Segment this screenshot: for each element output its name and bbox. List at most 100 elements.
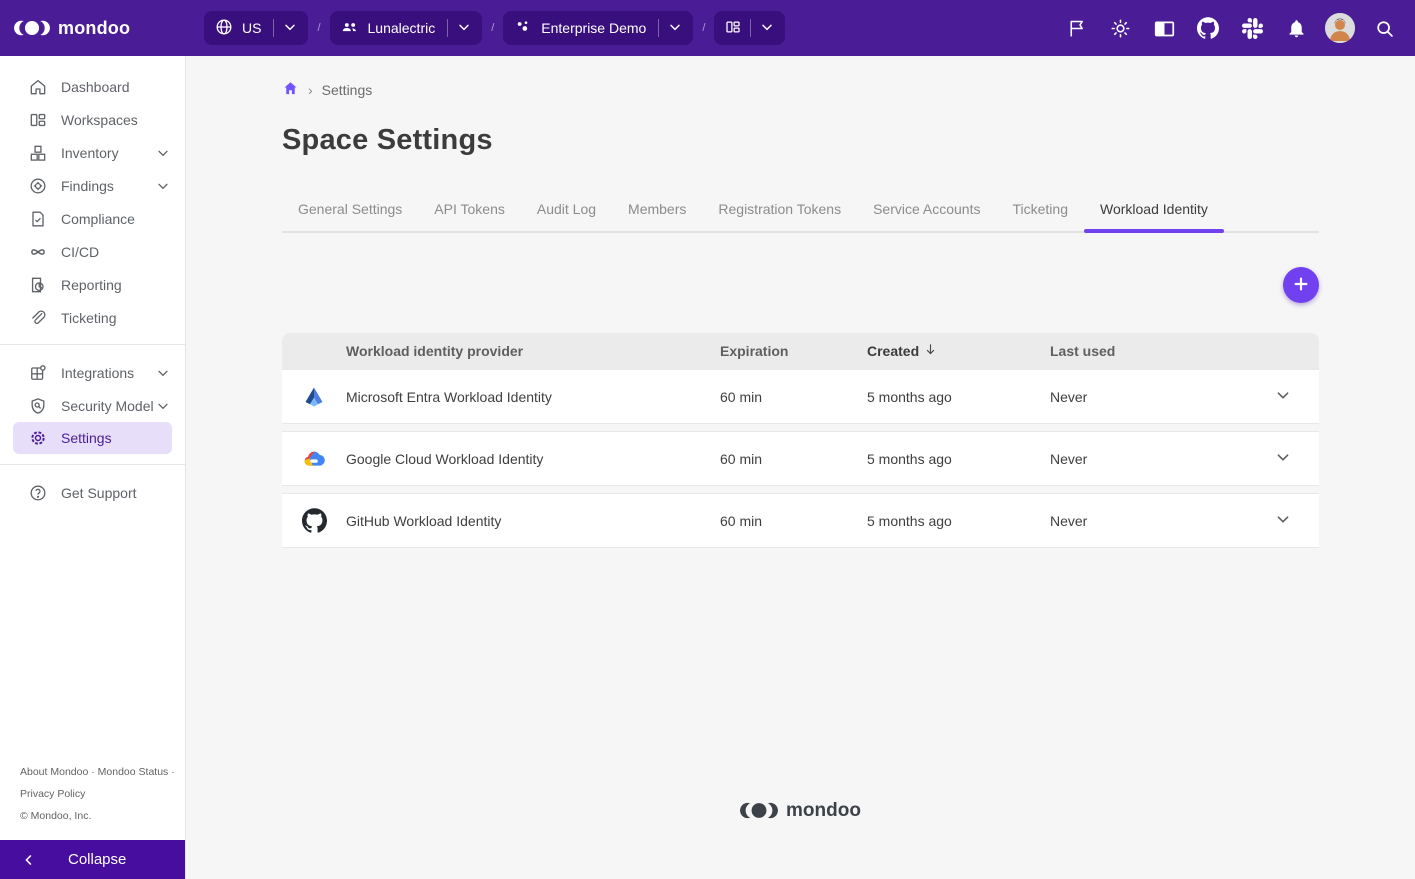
chevron-down-icon (759, 19, 775, 38)
google-cloud-icon (282, 447, 346, 471)
table-row[interactable]: Microsoft Entra Workload Identity 60 min… (282, 369, 1319, 424)
sidebar-item-cicd[interactable]: CI/CD (0, 235, 185, 268)
brand-name: mondoo (58, 17, 131, 38)
feature-flags-button[interactable] (1057, 9, 1095, 47)
column-header-created[interactable]: Created (867, 342, 1050, 360)
cell-provider: Google Cloud Workload Identity (346, 450, 544, 467)
tab-api-tokens[interactable]: API Tokens (418, 189, 521, 231)
collapse-label: Collapse (68, 851, 127, 868)
breadcrumb-current: Settings (321, 82, 373, 98)
sidebar-item-label: Ticketing (61, 309, 117, 326)
space-selector[interactable]: Enterprise Demo (503, 11, 694, 45)
table-row[interactable]: GitHub Workload Identity 60 min 5 months… (282, 493, 1319, 548)
context-switchers: US / Lunalectric / Enterprise Demo / (204, 11, 786, 45)
sidebar-item-dashboard[interactable]: Dashboard (0, 70, 185, 103)
docs-button[interactable] (1145, 9, 1183, 47)
flag-icon (1066, 18, 1087, 39)
sidebar-item-compliance[interactable]: Compliance (0, 202, 185, 235)
mondoo-status-link[interactable]: Mondoo Status (98, 766, 169, 778)
workspace-selector[interactable] (714, 11, 786, 45)
sidebar-item-security-model[interactable]: Security Model (0, 389, 185, 422)
tab-ticketing[interactable]: Ticketing (996, 189, 1084, 231)
chevron-down-icon (667, 19, 683, 38)
sidebar-divider (0, 464, 185, 465)
tab-members[interactable]: Members (612, 189, 702, 231)
ticketing-paperclip-icon (28, 308, 48, 328)
mondoo-logomark-icon (740, 802, 779, 819)
security-shield-icon (28, 396, 48, 416)
cell-last-used: Never (1050, 450, 1088, 467)
sidebar-item-label: Integrations (61, 364, 135, 381)
expand-row-button[interactable] (1271, 509, 1295, 533)
chevron-down-icon (1272, 446, 1294, 471)
sidebar-item-findings[interactable]: Findings (0, 169, 185, 202)
github-link-button[interactable] (1189, 9, 1227, 47)
about-mondoo-link[interactable]: About Mondoo (20, 766, 88, 778)
settings-tabs: General Settings API Tokens Audit Log Me… (282, 189, 1319, 233)
help-icon (28, 483, 48, 503)
table-row[interactable]: Google Cloud Workload Identity 60 min 5 … (282, 431, 1319, 486)
tab-audit-log[interactable]: Audit Log (521, 189, 612, 231)
organization-selector[interactable]: Lunalectric (329, 11, 483, 45)
sidebar-item-inventory[interactable]: Inventory (0, 136, 185, 169)
expand-row-button[interactable] (1271, 447, 1295, 471)
cell-provider: Microsoft Entra Workload Identity (346, 388, 552, 405)
organization-icon (340, 17, 360, 40)
app-root: mondoo US / Lunalectric / Enterprise Dem… (0, 0, 1415, 879)
sidebar-item-label: Inventory (61, 144, 119, 161)
sidebar-item-label: Reporting (61, 276, 122, 293)
mondoo-logo[interactable]: mondoo (0, 16, 186, 40)
column-header-provider[interactable]: Workload identity provider (346, 343, 720, 359)
sidebar-item-settings[interactable]: Settings (13, 422, 172, 454)
pill-divider (447, 19, 449, 37)
cell-expiration: 60 min (720, 450, 763, 467)
sidebar-item-label: Findings (61, 177, 114, 194)
cicd-infinity-icon (28, 242, 48, 262)
sidebar-collapse-button[interactable]: Collapse (0, 840, 185, 879)
reporting-chart-document-icon (28, 275, 48, 295)
inventory-icon (28, 143, 48, 163)
add-workload-identity-button[interactable] (1283, 267, 1319, 303)
cell-created: 5 months ago (867, 388, 952, 405)
header-actions (1057, 9, 1415, 47)
sidebar-item-get-support[interactable]: Get Support (0, 476, 185, 509)
chevron-down-icon (1272, 508, 1294, 533)
home-icon (28, 77, 48, 97)
cell-created: 5 months ago (867, 512, 952, 529)
home-icon (282, 80, 299, 100)
tab-registration-tokens[interactable]: Registration Tokens (702, 189, 857, 231)
slack-link-button[interactable] (1233, 9, 1271, 47)
column-header-last-used[interactable]: Last used (1050, 343, 1271, 359)
microsoft-entra-icon (282, 385, 346, 409)
tab-service-accounts[interactable]: Service Accounts (857, 189, 996, 231)
column-header-expiration[interactable]: Expiration (720, 343, 867, 359)
search-button[interactable] (1365, 9, 1403, 47)
sidebar-item-integrations[interactable]: Integrations (0, 356, 185, 389)
tab-workload-identity[interactable]: Workload Identity (1084, 189, 1224, 233)
notifications-button[interactable] (1277, 9, 1315, 47)
context-separator: / (702, 22, 706, 34)
expand-row-button[interactable] (1271, 385, 1295, 409)
region-selector[interactable]: US (204, 11, 309, 45)
breadcrumb-home-link[interactable] (282, 80, 299, 100)
footer-links-line: About Mondoo · Mondoo Status · (20, 761, 175, 783)
sort-desc-arrow-icon (923, 342, 938, 360)
user-menu-button[interactable] (1321, 9, 1359, 47)
gear-icon (28, 428, 48, 448)
sidebar-item-ticketing[interactable]: Ticketing (0, 301, 185, 334)
sidebar: Dashboard Workspaces Inventory Findings … (0, 56, 186, 879)
dot-separator: · (91, 766, 95, 778)
tab-general-settings[interactable]: General Settings (282, 189, 418, 231)
organization-label: Lunalectric (367, 20, 436, 36)
context-separator: / (317, 22, 321, 34)
sidebar-item-workspaces[interactable]: Workspaces (0, 103, 185, 136)
copyright: © Mondoo, Inc. (20, 810, 92, 822)
sidebar-item-reporting[interactable]: Reporting (0, 268, 185, 301)
space-dots-icon (513, 17, 533, 40)
dot-separator: · (171, 766, 175, 778)
breadcrumb: › Settings (282, 80, 1319, 100)
sidebar-item-label: Settings (61, 430, 112, 446)
theme-toggle-button[interactable] (1101, 9, 1139, 47)
github-icon (282, 508, 346, 533)
privacy-policy-link[interactable]: Privacy Policy (20, 788, 85, 800)
